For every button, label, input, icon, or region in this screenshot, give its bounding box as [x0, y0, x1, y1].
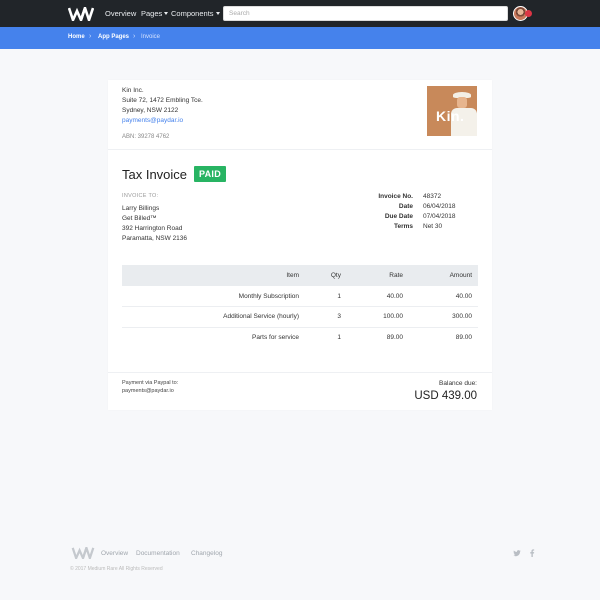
table-cell-qty: 3	[337, 313, 341, 320]
date-value: 06/04/2018	[423, 203, 456, 210]
column-header-qty: Qty	[330, 272, 341, 279]
date-label: Date	[398, 203, 413, 210]
chevron-down-icon	[164, 12, 169, 15]
billing-street: 392 Harrington Road	[122, 225, 183, 232]
chevron-down-icon	[215, 12, 220, 15]
invoice-title: Tax Invoice	[122, 167, 188, 182]
balance-due-value: USD 439.00	[414, 390, 477, 402]
table-cell-rate: 89.00	[386, 334, 403, 341]
table-cell-item: Monthly Subscription	[238, 293, 299, 300]
table-cell-item: Additional Service (hourly)	[223, 313, 299, 320]
footer-wm-logo[interactable]	[70, 547, 96, 559]
due-date-label: Due Date	[384, 213, 413, 220]
column-header-rate: Rate	[389, 272, 403, 279]
company-abn: ABN: 39278 4762	[122, 134, 170, 140]
table-cell-amount: 89.00	[455, 334, 472, 341]
nav-overview[interactable]: Overview	[105, 9, 136, 18]
invoice-no-label: Invoice No.	[378, 193, 413, 200]
table-cell-qty: 1	[337, 293, 341, 300]
billing-company: Get Billed™	[122, 215, 157, 222]
nav-components-dropdown[interactable]: Components	[171, 9, 220, 18]
twitter-icon[interactable]	[513, 549, 521, 557]
table-cell-amount: 300.00	[452, 313, 472, 320]
footer-link-overview[interactable]: Overview	[101, 550, 128, 557]
table-cell-qty: 1	[337, 334, 341, 341]
footer-copyright: © 2017 Medium Rare All Rights Reserved	[70, 566, 163, 572]
company-name: Kin Inc.	[122, 87, 144, 94]
facebook-icon[interactable]	[528, 549, 536, 557]
due-date-value: 07/04/2018	[423, 213, 456, 220]
terms-label: Terms	[393, 223, 413, 230]
table-cell-item: Parts for service	[252, 334, 299, 341]
chevron-right-icon: ›	[89, 33, 92, 40]
breadcrumb-current: Invoice	[141, 34, 161, 40]
search-input[interactable]	[223, 6, 508, 21]
company-email-link[interactable]: payments@paydar.io	[122, 117, 183, 124]
brand-image-text: Kin.	[436, 108, 465, 124]
invoice-to-label: INVOICE TO:	[122, 193, 159, 199]
terms-value: Net 30	[423, 223, 443, 230]
table-cell-rate: 100.00	[383, 313, 403, 320]
divider	[108, 372, 492, 373]
chevron-right-icon: ›	[133, 33, 136, 40]
invoice-card: Kin Inc. Suite 72, 1472 Embling Tce. Syd…	[108, 80, 492, 410]
billing-city: Paramatta, NSW 2136	[122, 235, 188, 242]
nav-pages-label: Pages	[141, 9, 163, 18]
invoice-no-value: 48372	[423, 193, 442, 200]
company-brand-image: Kin.	[427, 86, 477, 136]
company-address-2: Sydney, NSW 2122	[122, 107, 179, 114]
footer-link-changelog[interactable]: Changelog	[191, 550, 222, 557]
table-row-divider	[122, 327, 478, 328]
column-header-item: Item	[286, 272, 299, 279]
company-address-1: Suite 72, 1472 Embling Tce.	[122, 97, 203, 104]
balance-due-label: Balance due:	[439, 380, 477, 387]
table-cell-rate: 40.00	[386, 293, 403, 300]
column-header-amount: Amount	[449, 272, 472, 279]
top-navbar: Overview Pages Components	[0, 0, 600, 27]
breadcrumb-home[interactable]: Home	[68, 34, 85, 40]
wm-logo[interactable]	[68, 7, 94, 21]
footer-link-documentation[interactable]: Documentation	[136, 550, 180, 557]
nav-pages-dropdown[interactable]: Pages	[141, 9, 169, 18]
status-badge: PAID	[194, 166, 227, 182]
table-row-divider	[122, 306, 478, 307]
table-cell-amount: 40.00	[455, 293, 472, 300]
divider	[108, 149, 492, 150]
breadcrumb-app-pages[interactable]: App Pages	[98, 34, 129, 40]
nav-components-label: Components	[171, 9, 214, 18]
notification-badge	[525, 10, 532, 17]
payment-note: Payment via Paypal to:	[122, 380, 179, 386]
payment-email: payments@paydar.io	[122, 388, 174, 394]
billing-name: Larry Billings	[122, 205, 160, 212]
